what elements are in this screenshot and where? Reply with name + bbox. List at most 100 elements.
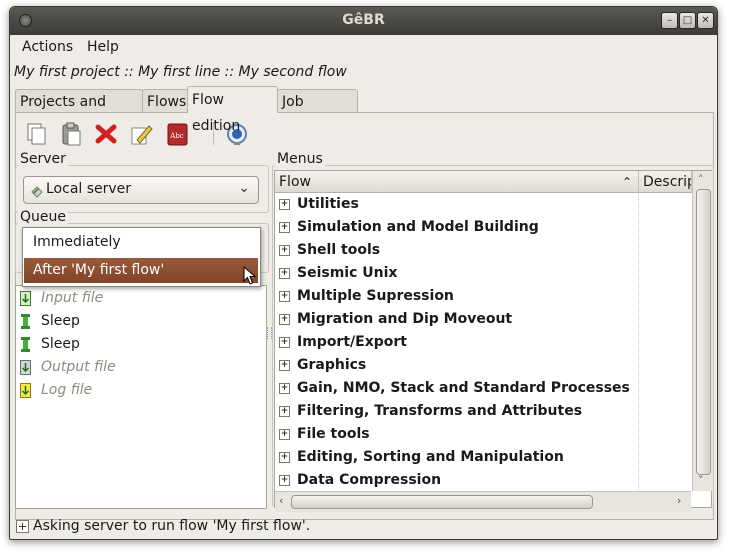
sort-ascending-icon: ⌃: [621, 175, 632, 189]
column-header-flow[interactable]: Flow ⌃: [275, 171, 639, 193]
program-label: Input file: [41, 290, 104, 306]
server-legend: Server: [18, 151, 68, 167]
tree-row[interactable]: + Graphics: [275, 354, 637, 377]
svg-text:Abc: Abc: [169, 132, 184, 140]
dictionary-icon[interactable]: Abc: [163, 120, 191, 148]
tree-row[interactable]: + File tools: [275, 423, 637, 446]
log-file-icon: [20, 383, 31, 398]
column-divider: [638, 193, 639, 492]
program-icon: [21, 314, 30, 329]
program-icon: [21, 337, 30, 352]
tree-row[interactable]: + Utilities: [275, 193, 637, 216]
expander-plus-icon[interactable]: +: [279, 337, 290, 348]
queue-option-after-flow[interactable]: After 'My first flow': [24, 258, 258, 283]
tree-row[interactable]: + Data Compression: [275, 469, 637, 492]
menus-legend: Menus: [275, 151, 325, 167]
expander-plus-icon[interactable]: +: [279, 360, 290, 371]
horizontal-scroll-thumb[interactable]: [291, 495, 593, 509]
expander-plus-icon[interactable]: +: [279, 475, 290, 486]
column-header-description[interactable]: Descrip: [639, 171, 692, 193]
server-icon: [31, 186, 43, 198]
server-select[interactable]: Local server ⌄: [23, 176, 259, 204]
program-label: Log file: [41, 382, 93, 398]
tree-row[interactable]: + Shell tools: [275, 239, 637, 262]
expander-plus-icon[interactable]: +: [279, 199, 290, 210]
menu-bar: Actions Help: [10, 35, 717, 59]
category-label: Multiple Supression: [297, 288, 454, 304]
edit-icon[interactable]: [127, 120, 155, 148]
maximize-button[interactable]: □: [679, 12, 696, 29]
category-label: Editing, Sorting and Manipulation: [297, 449, 564, 465]
title-bar[interactable]: GêBR – □ ✕: [10, 7, 717, 35]
category-label: Graphics: [297, 357, 367, 373]
status-expand-icon[interactable]: +: [16, 520, 29, 533]
tab-job-control[interactable]: Job control: [277, 89, 358, 134]
tree-row[interactable]: + Filtering, Transforms and Attributes: [275, 400, 637, 423]
expander-plus-icon[interactable]: +: [279, 268, 290, 279]
tree-row[interactable]: + Import/Export: [275, 331, 637, 354]
category-label: Shell tools: [297, 242, 381, 258]
queue-legend: Queue: [18, 209, 68, 225]
flow-program-list[interactable]: Input file Sleep Sleep Output file Log f…: [15, 285, 267, 509]
breadcrumb: My first project :: My first line :: My …: [14, 64, 347, 80]
menu-actions[interactable]: Actions: [22, 39, 73, 55]
tab-flows[interactable]: Flows: [142, 89, 188, 113]
category-label: Import/Export: [297, 334, 407, 350]
delete-icon[interactable]: [92, 120, 120, 148]
menu-help[interactable]: Help: [87, 39, 119, 55]
expander-plus-icon[interactable]: +: [279, 314, 290, 325]
mouse-pointer-icon: [243, 266, 257, 285]
expander-plus-icon[interactable]: +: [279, 222, 290, 233]
scroll-down-icon[interactable]: ˅: [698, 474, 704, 487]
category-label: Seismic Unix: [297, 265, 398, 281]
copy-icon[interactable]: [22, 120, 50, 148]
paste-icon[interactable]: [57, 120, 85, 148]
expander-plus-icon[interactable]: +: [279, 291, 290, 302]
horizontal-scrollbar[interactable]: ‹ ›: [275, 491, 691, 512]
expander-plus-icon[interactable]: +: [279, 452, 290, 463]
category-label: Gain, NMO, Stack and Standard Processes: [297, 380, 630, 396]
toolbar: Abc: [16, 113, 713, 155]
server-selected-value: Local server: [46, 181, 132, 197]
category-label: Data Compression: [297, 472, 442, 488]
output-file-icon: [20, 360, 31, 375]
program-label: Sleep: [41, 336, 80, 352]
tree-row[interactable]: + Editing, Sorting and Manipulation: [275, 446, 637, 469]
vertical-scroll-thumb[interactable]: [696, 189, 711, 475]
app-window: GêBR – □ ✕ Actions Help My first project…: [9, 6, 718, 540]
tree-row[interactable]: + Seismic Unix: [275, 262, 637, 285]
queue-dropdown-menu: Immediately After 'My first flow': [22, 227, 261, 287]
category-label: Migration and Dip Moveout: [297, 311, 513, 327]
window-title: GêBR: [342, 12, 385, 28]
expander-plus-icon[interactable]: +: [279, 429, 290, 440]
chevron-down-icon: ⌄: [238, 180, 250, 196]
expander-plus-icon[interactable]: +: [279, 406, 290, 417]
status-bar: + Asking server to run flow 'My first fl…: [10, 515, 717, 539]
scroll-left-icon[interactable]: ‹: [279, 494, 283, 507]
queue-option-immediately[interactable]: Immediately: [24, 230, 258, 255]
scroll-right-icon[interactable]: ›: [677, 494, 681, 507]
tree-row[interactable]: + Simulation and Model Building: [275, 216, 637, 239]
program-label: Sleep: [41, 313, 80, 329]
tree-row[interactable]: + Migration and Dip Moveout: [275, 308, 637, 331]
tree-row[interactable]: + Multiple Supression: [275, 285, 637, 308]
scroll-up-icon[interactable]: ˄: [698, 173, 704, 186]
menus-tree[interactable]: Flow ⌃ Descrip + Utilities + Simulation an…: [274, 170, 713, 512]
input-file-icon: [20, 291, 31, 306]
expander-plus-icon[interactable]: +: [279, 383, 290, 394]
program-label: Output file: [41, 359, 116, 375]
status-message: Asking server to run flow 'My first flow…: [33, 518, 311, 534]
column-header-flow-label: Flow: [279, 174, 311, 190]
category-label: Simulation and Model Building: [297, 219, 539, 235]
category-label: Utilities: [297, 196, 359, 212]
minimize-button[interactable]: –: [661, 12, 678, 29]
tree-row[interactable]: + Gain, NMO, Stack and Standard Processes: [275, 377, 637, 400]
expander-plus-icon[interactable]: +: [279, 245, 290, 256]
tab-projects-and-lines[interactable]: Projects and Lines: [15, 89, 143, 134]
column-header-description-label: Descrip: [643, 174, 692, 190]
close-button[interactable]: ✕: [697, 12, 714, 29]
tab-flow-edition[interactable]: Flow edition: [187, 86, 278, 134]
category-label: Filtering, Transforms and Attributes: [297, 403, 583, 419]
category-label: File tools: [297, 426, 370, 442]
vertical-scrollbar[interactable]: ˄ ˅: [692, 171, 713, 491]
